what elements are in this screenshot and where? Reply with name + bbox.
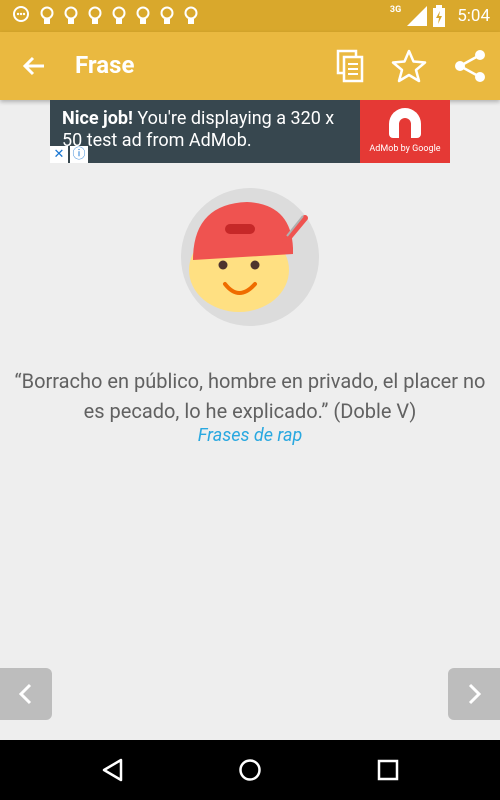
arrow-left-icon [22, 56, 44, 76]
rapper-face-icon [189, 202, 308, 312]
battery-icon [433, 5, 446, 27]
ad-banner[interactable]: Nice job! You're displaying a 320 x 50 t… [50, 100, 450, 163]
bulb-icon [184, 6, 198, 24]
ad-text: Nice job! You're displaying a 320 x 50 t… [62, 108, 352, 152]
share-button[interactable] [452, 48, 488, 84]
star-icon [391, 49, 427, 83]
app-bar: Frase [0, 32, 500, 100]
quote-text: “Borracho en público, hombre en privado,… [14, 369, 486, 423]
bulb-icon [88, 6, 102, 24]
status-bar: 3G 5:04 [0, 0, 500, 32]
system-back-button[interactable] [101, 758, 125, 782]
notification-icons [12, 6, 198, 26]
copy-button[interactable] [333, 48, 369, 84]
bulb-icon [136, 6, 150, 24]
system-recents-button[interactable] [376, 758, 400, 782]
status-indicators: 3G 5:04 [390, 5, 490, 27]
admob-logo: AdMob by Google [360, 100, 450, 163]
bulb-icon [112, 6, 126, 24]
next-quote-button[interactable] [448, 668, 500, 720]
previous-quote-button[interactable] [0, 668, 52, 720]
ad-info-button[interactable]: ⓘ [70, 146, 88, 163]
page-title: Frase [75, 51, 135, 79]
admob-logo-mark [389, 108, 421, 138]
copy-icon [336, 49, 364, 83]
share-icon [455, 50, 485, 82]
ad-headline: Nice job! [62, 108, 133, 129]
square-recents-icon [377, 759, 399, 781]
quote-category-link[interactable]: Frases de rap [0, 425, 500, 446]
system-home-button[interactable] [238, 758, 262, 782]
circle-home-icon [239, 759, 261, 781]
chevron-right-icon [468, 683, 482, 705]
clock: 5:04 [457, 6, 490, 26]
triangle-back-icon [102, 758, 123, 782]
chevron-left-icon [18, 683, 32, 705]
bulb-icon [160, 6, 174, 24]
bulb-icon [64, 6, 78, 24]
back-button[interactable] [18, 50, 50, 82]
network-type: 3G [389, 5, 402, 15]
system-navigation-bar [0, 740, 500, 800]
admob-logo-text: AdMob by Google [369, 144, 441, 154]
signal-icon [407, 6, 428, 26]
avatar [181, 188, 319, 326]
chat-icon [13, 6, 29, 22]
ad-close-button[interactable]: ✕ [50, 146, 68, 163]
favorite-button[interactable] [391, 48, 427, 84]
bulb-icon [40, 6, 54, 24]
